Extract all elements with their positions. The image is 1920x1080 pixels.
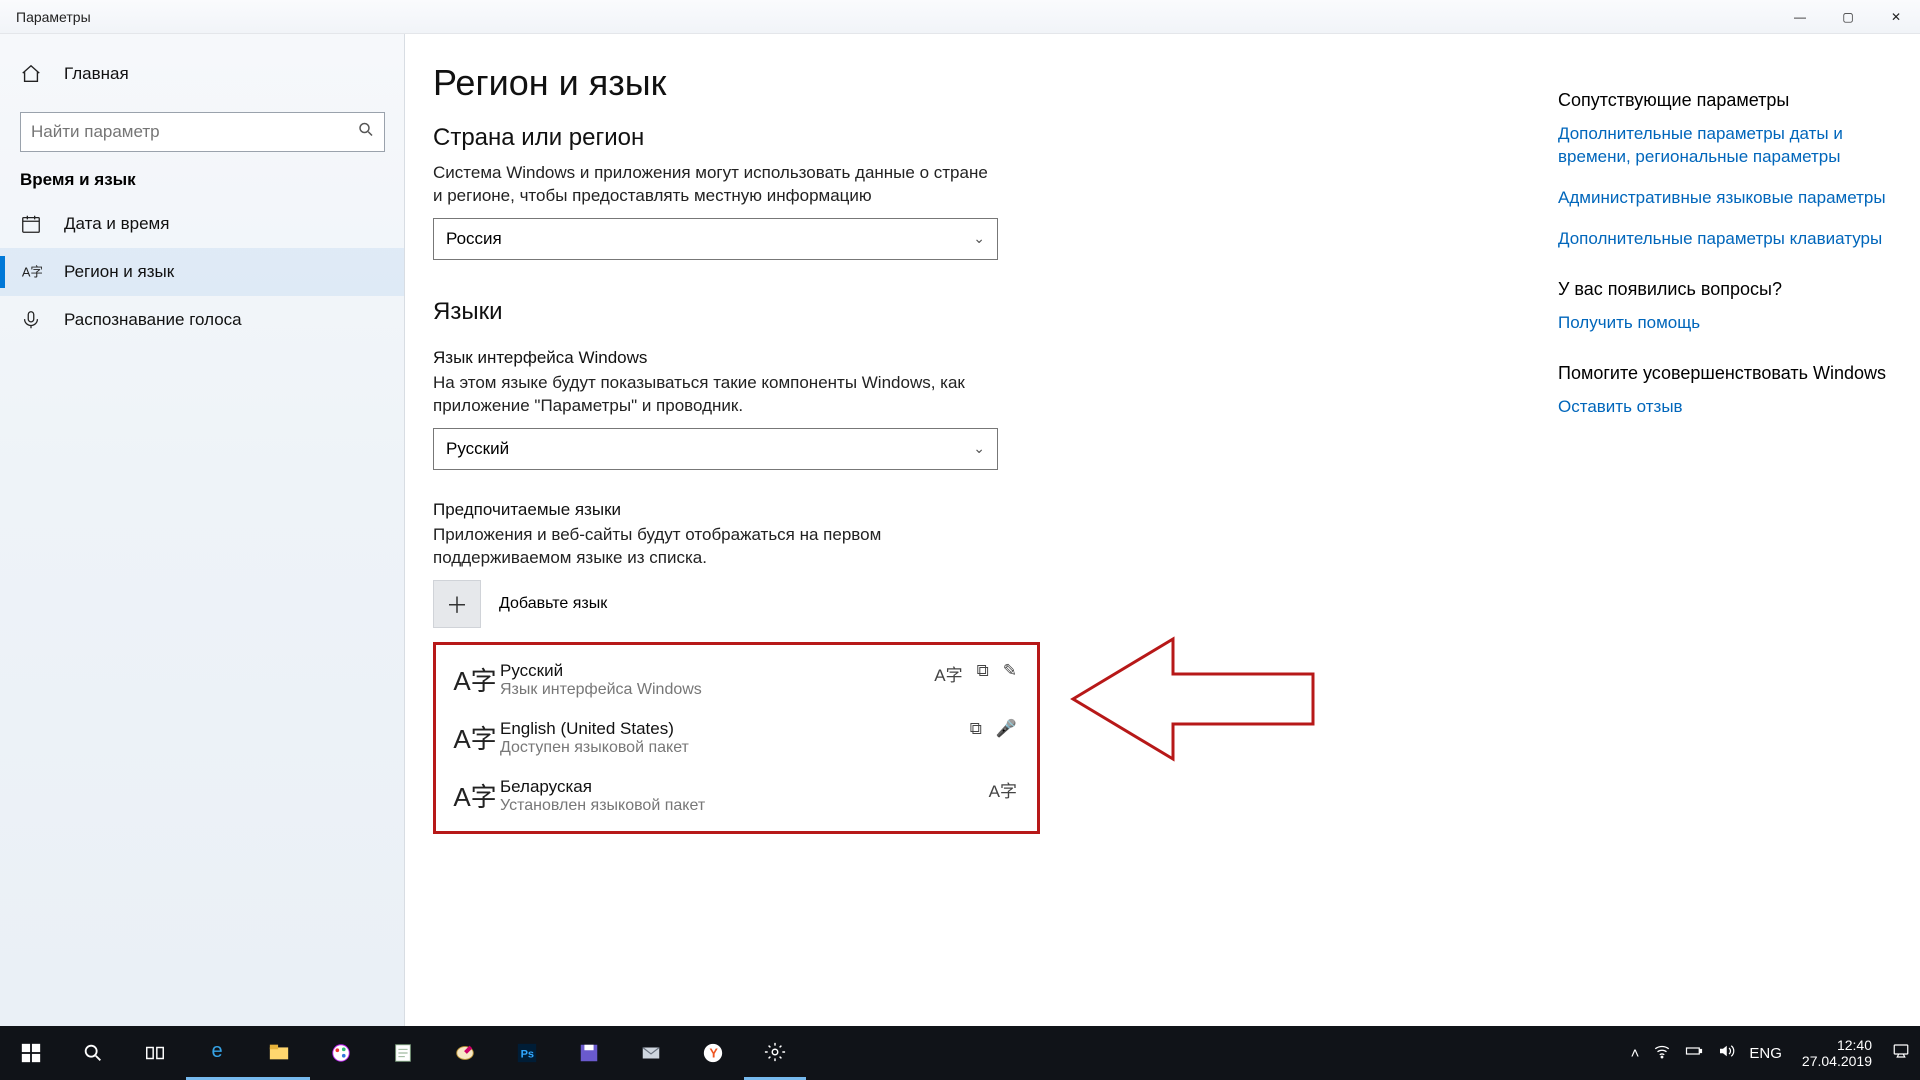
action-center-icon[interactable]	[1892, 1042, 1910, 1064]
sidebar-item-region-language[interactable]: A字 Регион и язык	[0, 248, 405, 296]
sidebar-item-label: Регион и язык	[64, 262, 174, 282]
volume-icon[interactable]	[1717, 1042, 1735, 1064]
taskbar-app-save[interactable]	[558, 1026, 620, 1080]
search-icon	[357, 121, 375, 144]
language-name: Беларуская	[500, 777, 705, 797]
language-glyph-icon: A字	[450, 777, 500, 814]
tts-icon: ⧉	[970, 719, 982, 739]
related-link-admin-language[interactable]: Административные языковые параметры	[1558, 187, 1888, 210]
task-view-button[interactable]	[124, 1026, 186, 1080]
sidebar-home[interactable]: Главная	[0, 50, 405, 98]
sidebar-item-speech[interactable]: Распознавание голоса	[0, 296, 405, 344]
related-heading: Сопутствующие параметры	[1558, 90, 1888, 111]
microphone-icon	[20, 309, 42, 331]
wifi-icon[interactable]	[1653, 1042, 1671, 1064]
help-link[interactable]: Получить помощь	[1558, 312, 1888, 335]
language-subtext: Язык интерфейса Windows	[500, 681, 702, 699]
handwriting-icon: ✎	[1003, 661, 1017, 686]
taskbar-app-settings[interactable]	[744, 1026, 806, 1080]
display-language-description: На этом языке будут показываться такие к…	[433, 372, 993, 418]
sidebar-item-datetime[interactable]: Дата и время	[0, 200, 405, 248]
country-select-value: Россия	[446, 229, 502, 249]
taskbar-app-photoshop[interactable]: Ps	[496, 1026, 558, 1080]
display-language-value: Русский	[446, 439, 509, 459]
search-input[interactable]	[20, 112, 385, 152]
language-subtext: Установлен языковой пакет	[500, 797, 705, 815]
window-minimize-button[interactable]: —	[1776, 0, 1824, 34]
sidebar-search[interactable]	[20, 112, 385, 152]
sidebar-section-heading: Время и язык	[0, 170, 405, 200]
taskbar-date: 27.04.2019	[1802, 1053, 1872, 1069]
window-title: Параметры	[0, 9, 91, 25]
feedback-heading: Помогите усовершенствовать Windows	[1558, 363, 1888, 384]
svg-text:Ps: Ps	[521, 1049, 534, 1061]
language-item-english-us[interactable]: A字 English (United States) Доступен язык…	[436, 709, 1037, 767]
add-language-button[interactable]: ＋ Добавьте язык	[433, 580, 1880, 628]
home-icon	[20, 63, 42, 85]
language-list-highlight: A字 Русский Язык интерфейса Windows A字 ⧉ …	[433, 642, 1040, 834]
language-item-belarusian[interactable]: A字 Беларуская Установлен языковой пакет …	[436, 767, 1037, 825]
language-item-russian[interactable]: A字 Русский Язык интерфейса Windows A字 ⧉ …	[436, 651, 1037, 709]
svg-text:Y: Y	[709, 1046, 718, 1061]
language-glyph-icon: A字	[450, 719, 500, 756]
taskbar-search-button[interactable]	[62, 1026, 124, 1080]
taskbar-app-paint[interactable]	[310, 1026, 372, 1080]
chevron-down-icon: ⌄	[973, 440, 985, 457]
annotation-arrow	[1073, 629, 1880, 774]
tray-overflow-icon[interactable]: ˄	[1631, 1045, 1640, 1062]
related-link-keyboard[interactable]: Дополнительные параметры клавиатуры	[1558, 228, 1888, 251]
system-tray: ˄ ENG 12:40 27.04.2019	[1631, 1037, 1920, 1069]
preferred-languages-description: Приложения и веб-сайты будут отображатьс…	[433, 524, 993, 570]
speech-icon: 🎤	[996, 719, 1017, 739]
language-name: Русский	[500, 661, 702, 681]
display-lang-icon: A字	[989, 777, 1017, 802]
svg-text:A字: A字	[22, 265, 42, 280]
taskbar-app-paint3d[interactable]	[434, 1026, 496, 1080]
preferred-languages-label: Предпочитаемые языки	[433, 500, 1880, 520]
settings-sidebar: Главная Время и язык Дата и время A字 Рег…	[0, 34, 405, 1026]
sidebar-item-label: Дата и время	[64, 214, 169, 234]
input-language-indicator[interactable]: ENG	[1749, 1045, 1782, 1062]
region-description: Система Windows и приложения могут испол…	[433, 162, 993, 208]
add-language-label: Добавьте язык	[499, 595, 607, 613]
window-maximize-button[interactable]: ▢	[1824, 0, 1872, 34]
display-lang-icon: A字	[934, 661, 962, 686]
taskbar-time: 12:40	[1802, 1037, 1872, 1053]
language-icon: A字	[20, 261, 42, 283]
feedback-link[interactable]: Оставить отзыв	[1558, 396, 1888, 419]
country-select[interactable]: Россия ⌄	[433, 218, 998, 260]
taskbar-clock[interactable]: 12:40 27.04.2019	[1796, 1037, 1878, 1069]
sidebar-home-label: Главная	[64, 64, 129, 84]
language-subtext: Доступен языковой пакет	[500, 739, 689, 757]
display-language-select[interactable]: Русский ⌄	[433, 428, 998, 470]
help-heading: У вас появились вопросы?	[1558, 279, 1888, 300]
tts-icon: ⧉	[977, 661, 989, 686]
taskbar: e Ps Y ˄ ENG 12:40	[0, 1026, 1920, 1080]
taskbar-app-notepad[interactable]	[372, 1026, 434, 1080]
sidebar-item-label: Распознавание голоса	[64, 310, 242, 330]
chevron-down-icon: ⌄	[973, 230, 985, 247]
calendar-icon	[20, 213, 42, 235]
start-button[interactable]	[0, 1026, 62, 1080]
taskbar-app-edge[interactable]: e	[186, 1026, 248, 1080]
language-name: English (United States)	[500, 719, 689, 739]
window-close-button[interactable]: ✕	[1872, 0, 1920, 34]
taskbar-app-mail[interactable]	[620, 1026, 682, 1080]
language-glyph-icon: A字	[450, 661, 500, 698]
related-settings-pane: Сопутствующие параметры Дополнительные п…	[1558, 90, 1888, 447]
plus-icon: ＋	[433, 580, 481, 628]
battery-icon[interactable]	[1685, 1042, 1703, 1064]
window-titlebar: Параметры — ▢ ✕	[0, 0, 1920, 34]
taskbar-app-explorer[interactable]	[248, 1026, 310, 1080]
related-link-date-region[interactable]: Дополнительные параметры даты и времени,…	[1558, 123, 1888, 169]
taskbar-app-yandex[interactable]: Y	[682, 1026, 744, 1080]
